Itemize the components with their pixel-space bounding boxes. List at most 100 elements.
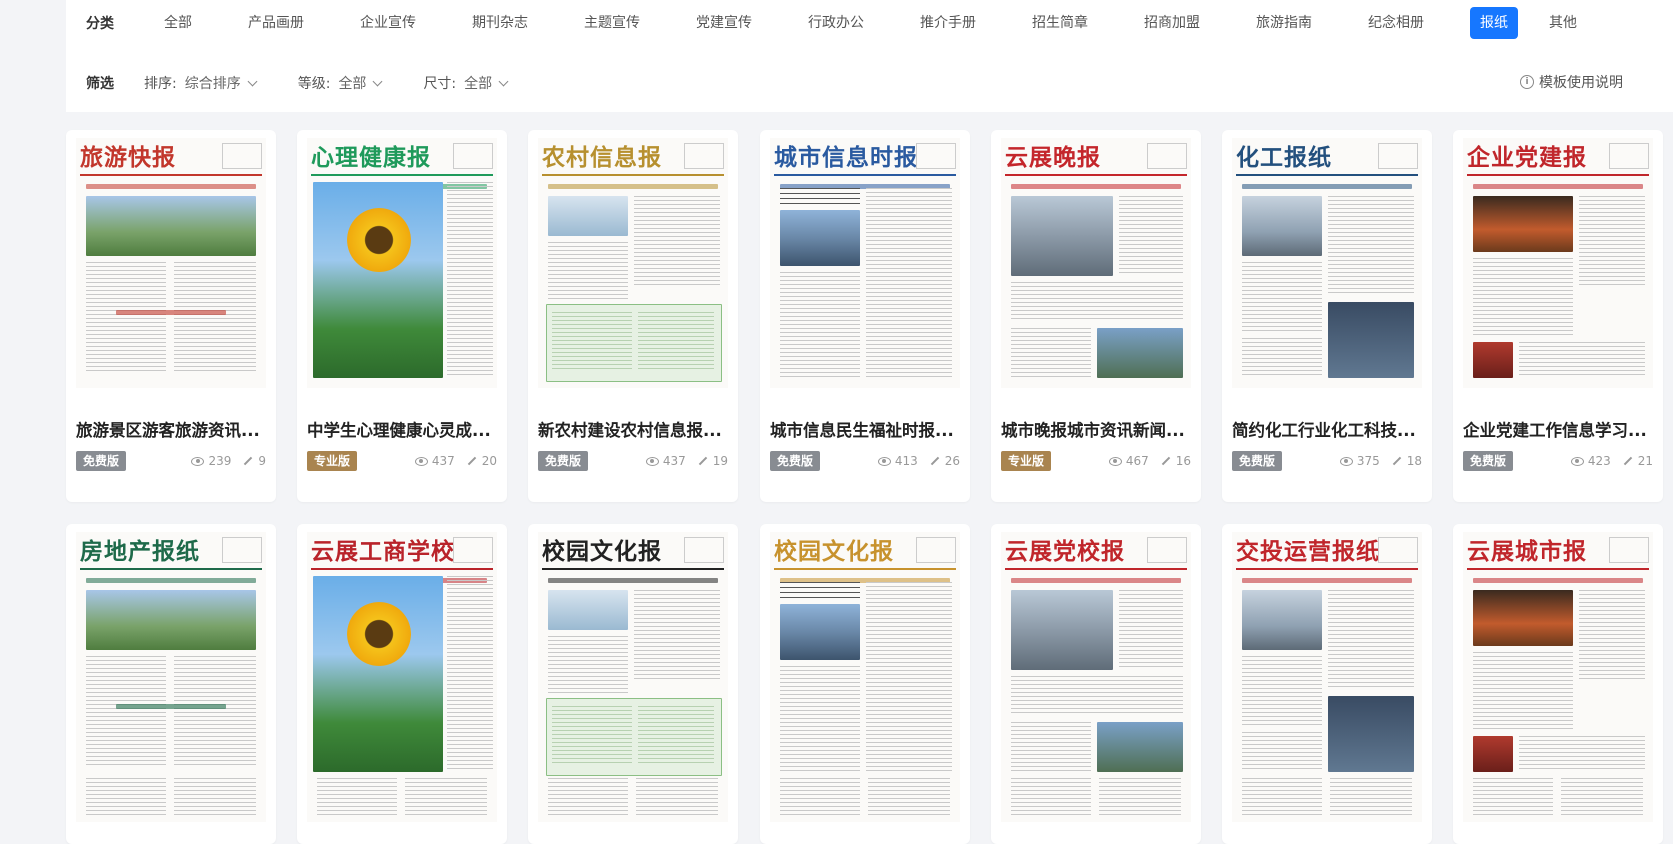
issue-box bbox=[916, 143, 956, 169]
template-title[interactable]: 城市晚报城市资讯新闻... bbox=[1001, 417, 1191, 441]
text-block bbox=[634, 590, 720, 680]
size-value: 全部 bbox=[464, 76, 493, 92]
tier-badge: 专业版 bbox=[307, 451, 358, 471]
headline-bar bbox=[1473, 184, 1643, 189]
issue-box bbox=[222, 143, 262, 169]
text-block bbox=[1119, 590, 1183, 670]
view-count: 467 bbox=[1125, 454, 1149, 468]
category-product-album[interactable]: 产品画册 bbox=[238, 7, 314, 39]
template-stats: 239 9 bbox=[191, 451, 266, 471]
category-franchise[interactable]: 招商加盟 bbox=[1134, 7, 1210, 39]
filter-heading: 筛选 bbox=[86, 76, 114, 92]
template-card[interactable]: 交投运营报纸 bbox=[1222, 524, 1432, 844]
newspaper-page: 云展工商学校 bbox=[307, 532, 497, 822]
template-card[interactable]: 云展党校报 bbox=[991, 524, 1201, 844]
category-all[interactable]: 全部 bbox=[154, 7, 202, 39]
text-block bbox=[1011, 722, 1091, 772]
template-card[interactable]: 房地产报纸 bbox=[66, 524, 276, 844]
category-memorial[interactable]: 纪念相册 bbox=[1358, 7, 1434, 39]
category-travel[interactable]: 旅游指南 bbox=[1246, 7, 1322, 39]
issue-box bbox=[222, 537, 262, 563]
size-label: 尺寸: bbox=[423, 76, 457, 92]
template-card[interactable]: 城市信息时报 城市信息民生福祉时报... 免费版 413 26 bbox=[760, 130, 970, 502]
text-block bbox=[1473, 652, 1573, 732]
template-thumbnail: 云展党校报 bbox=[1001, 532, 1191, 822]
template-title[interactable]: 中学生心理健康心灵成... bbox=[307, 417, 497, 441]
use-count: 9 bbox=[258, 454, 266, 468]
category-party[interactable]: 党建宣传 bbox=[686, 7, 762, 39]
text-block bbox=[866, 582, 952, 772]
text-block bbox=[866, 188, 952, 378]
article-photo bbox=[1097, 722, 1183, 772]
use-count: 19 bbox=[712, 454, 728, 468]
template-title[interactable]: 新农村建设农村信息报... bbox=[538, 417, 728, 441]
template-thumbnail: 云展工商学校 bbox=[307, 532, 497, 822]
article-photo bbox=[548, 196, 628, 236]
text-block bbox=[868, 778, 950, 818]
text-block bbox=[1011, 282, 1183, 322]
view-count: 375 bbox=[1356, 454, 1380, 468]
template-card[interactable]: 化工报纸 简约化工行业化工科技... 免费版 375 18 bbox=[1222, 130, 1432, 502]
use-count: 16 bbox=[1175, 454, 1191, 468]
eye-icon bbox=[645, 456, 659, 466]
sort-dropdown[interactable]: 综合排序 bbox=[184, 73, 258, 93]
issue-box bbox=[1609, 143, 1649, 169]
filter-row: 筛选 排序: 综合排序 等级: 全部 尺寸: 全部 i 模板使用说明 bbox=[86, 72, 1653, 94]
sort-value: 综合排序 bbox=[184, 76, 241, 92]
masthead-title: 校园文化报 bbox=[774, 538, 894, 565]
text-block bbox=[1242, 778, 1322, 818]
template-card[interactable]: 旅游快报 旅游景区游客旅游资讯... 免费版 239 9 bbox=[66, 130, 276, 502]
newspaper-page: 房地产报纸 bbox=[76, 532, 266, 822]
text-block bbox=[636, 778, 718, 818]
headline-bar bbox=[1242, 184, 1412, 189]
template-thumbnail: 云展城市报 bbox=[1463, 532, 1653, 822]
text-block bbox=[174, 262, 256, 372]
text-block bbox=[1099, 778, 1181, 818]
issue-box bbox=[1147, 143, 1187, 169]
size-dropdown[interactable]: 全部 bbox=[464, 73, 509, 93]
template-card[interactable]: 云展晚报 城市晚报城市资讯新闻... 专业版 467 16 bbox=[991, 130, 1201, 502]
category-other[interactable]: 其他 bbox=[1539, 7, 1587, 39]
newspaper-page: 云展城市报 bbox=[1463, 532, 1653, 822]
template-help-link[interactable]: i 模板使用说明 bbox=[1520, 72, 1623, 92]
masthead-rule bbox=[774, 568, 956, 570]
filter-panel: 分类 全部 产品画册 企业宣传 期刊杂志 主题宣传 党建宣传 行政办公 推介手册… bbox=[66, 0, 1673, 112]
template-stats: 437 19 bbox=[645, 451, 728, 471]
level-dropdown[interactable]: 全部 bbox=[338, 73, 383, 93]
template-card[interactable]: 云展工商学校 bbox=[297, 524, 507, 844]
template-title[interactable]: 城市信息民生福祉时报... bbox=[770, 417, 960, 441]
text-block bbox=[780, 188, 860, 204]
template-card[interactable]: 校园文化报 bbox=[528, 524, 738, 844]
category-corporate[interactable]: 企业宣传 bbox=[350, 7, 426, 39]
template-card[interactable]: 云展城市报 bbox=[1453, 524, 1663, 844]
masthead-rule bbox=[542, 174, 724, 176]
category-brochure[interactable]: 推介手册 bbox=[910, 7, 986, 39]
template-title[interactable]: 简约化工行业化工科技... bbox=[1232, 417, 1422, 441]
template-card[interactable]: 心理健康报 中学生心理健康心灵成... 专业版 437 20 bbox=[297, 130, 507, 502]
template-card[interactable]: 企业党建报 企业党建工作信息学习... 免费版 423 21 bbox=[1453, 130, 1663, 502]
category-newspaper[interactable]: 报纸 bbox=[1470, 7, 1518, 39]
template-thumbnail: 化工报纸 bbox=[1232, 138, 1422, 388]
template-title[interactable]: 企业党建工作信息学习... bbox=[1463, 417, 1653, 441]
text-block bbox=[1330, 778, 1412, 818]
category-admission[interactable]: 招生简章 bbox=[1022, 7, 1098, 39]
text-block bbox=[552, 706, 632, 766]
template-thumbnail: 校园文化报 bbox=[538, 532, 728, 822]
category-admin[interactable]: 行政办公 bbox=[798, 7, 874, 39]
newspaper-page: 化工报纸 bbox=[1232, 138, 1422, 388]
template-card[interactable]: 校园文化报 bbox=[760, 524, 970, 844]
headline-bar bbox=[1242, 578, 1412, 583]
category-theme[interactable]: 主题宣传 bbox=[574, 7, 650, 39]
article-photo bbox=[548, 590, 628, 630]
chevron-down-icon bbox=[247, 76, 258, 86]
tier-badge: 专业版 bbox=[1001, 451, 1052, 471]
template-thumbnail: 交投运营报纸 bbox=[1232, 532, 1422, 822]
template-title[interactable]: 旅游景区游客旅游资讯... bbox=[76, 417, 266, 441]
use-count: 21 bbox=[1637, 454, 1653, 468]
newspaper-page: 心理健康报 bbox=[307, 138, 497, 388]
template-card[interactable]: 农村信息报 新农村建设农村信息报... 免费版 437 19 bbox=[528, 130, 738, 502]
text-block bbox=[405, 778, 487, 818]
category-magazine[interactable]: 期刊杂志 bbox=[462, 7, 538, 39]
issue-box bbox=[916, 537, 956, 563]
newspaper-page: 城市信息时报 bbox=[770, 138, 960, 388]
